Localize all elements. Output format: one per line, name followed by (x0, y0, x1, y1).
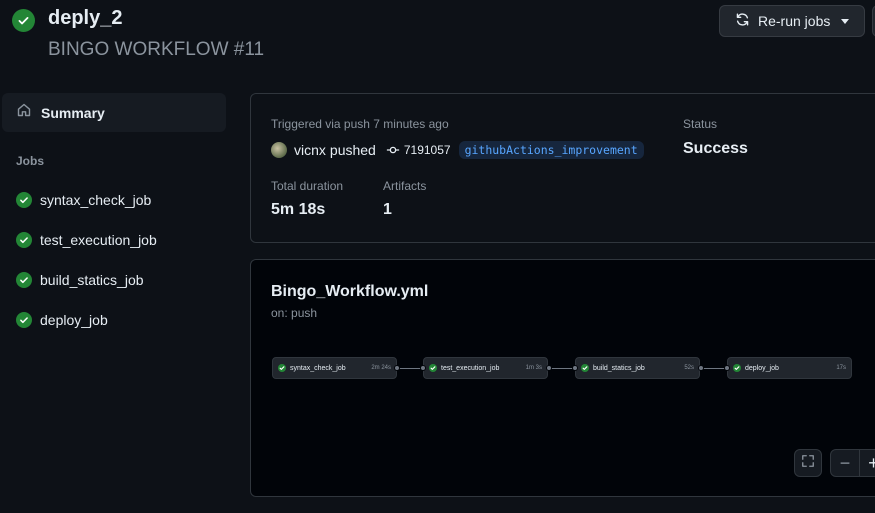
graph-node-build-statics-job[interactable]: build_statics_job 52s (575, 357, 700, 379)
home-icon (16, 102, 32, 123)
graph-node-syntax-check-job[interactable]: syntax_check_job 2m 24s (272, 357, 397, 379)
workflow-graph-card: Bingo_Workflow.yml on: push syntax_check… (250, 259, 875, 497)
actor-action: pushed (329, 142, 376, 158)
node-name: deploy_job (745, 364, 779, 372)
node-duration: 2m 24s (371, 365, 391, 371)
triggered-text: Triggered via push 7 minutes ago (271, 117, 449, 131)
fullscreen-icon (801, 454, 815, 473)
node-name: build_statics_job (593, 364, 645, 372)
graph-node-deploy-job[interactable]: deploy_job 17s (727, 357, 852, 379)
node-name: test_execution_job (441, 364, 500, 372)
check-circle-icon (278, 364, 286, 372)
status-label: Status (683, 117, 718, 131)
caret-down-icon (841, 18, 850, 24)
zoom-in-button[interactable]: + (859, 450, 875, 476)
graph-port (394, 365, 400, 371)
job-name: syntax_check_job (40, 192, 152, 208)
sidebar-item-summary-label: Summary (41, 104, 105, 121)
graph-port (572, 365, 578, 371)
graph-port (698, 365, 704, 371)
check-circle-icon (733, 364, 741, 372)
git-commit-icon (386, 143, 400, 157)
commit-sha-link[interactable]: 7191057 (404, 143, 451, 157)
sidebar-item-test-execution-job[interactable]: test_execution_job (16, 232, 157, 248)
artifacts-label: Artifacts (383, 179, 427, 193)
zoom-controls: − + (830, 449, 875, 477)
check-circle-icon (16, 312, 32, 328)
job-name: deploy_job (40, 312, 108, 328)
sidebar-item-deploy-job[interactable]: deploy_job (16, 312, 108, 328)
artifacts-value[interactable]: 1 (383, 201, 392, 219)
actor-name[interactable]: vicnx (294, 142, 326, 158)
node-duration: 1m 3s (525, 365, 542, 371)
trigger-details: vicnx pushed 7191057 githubActions_impro… (271, 140, 644, 160)
sync-icon (735, 12, 750, 30)
jobs-heading: Jobs (16, 154, 45, 168)
node-name: syntax_check_job (290, 364, 346, 372)
run-summary-card: Triggered via push 7 minutes ago vicnx p… (250, 93, 875, 243)
status-value: Success (683, 140, 748, 157)
run-title: deply_2 (48, 7, 123, 29)
duration-value: 5m 18s (271, 201, 326, 218)
node-duration: 52s (684, 365, 694, 371)
workflow-trigger: on: push (271, 306, 318, 320)
graph-port (724, 365, 730, 371)
check-circle-icon (581, 364, 589, 372)
run-success-icon (12, 9, 35, 32)
sidebar-item-build-statics-job[interactable]: build_statics_job (16, 272, 144, 288)
branch-label[interactable]: githubActions_improvement (458, 141, 644, 159)
job-name: build_statics_job (40, 272, 144, 288)
fullscreen-button[interactable] (794, 449, 822, 477)
job-name: test_execution_job (40, 232, 157, 248)
zoom-out-button[interactable]: − (831, 450, 859, 476)
avatar[interactable] (271, 142, 287, 158)
check-circle-icon (429, 364, 437, 372)
workflow-file-title[interactable]: Bingo_Workflow.yml (271, 283, 428, 301)
check-circle-icon (16, 232, 32, 248)
graph-port (420, 365, 426, 371)
graph-node-test-execution-job[interactable]: test_execution_job 1m 3s (423, 357, 548, 379)
node-duration: 17s (836, 365, 846, 371)
duration-label: Total duration (271, 179, 344, 193)
sidebar-item-summary[interactable]: Summary (2, 93, 226, 132)
check-circle-icon (16, 192, 32, 208)
workflow-run-page: deply_2 BINGO WORKFLOW #11 Re-run jobs S… (0, 0, 875, 513)
rerun-jobs-button[interactable]: Re-run jobs (719, 5, 865, 37)
sidebar-item-syntax-check-job[interactable]: syntax_check_job (16, 192, 151, 208)
rerun-jobs-label: Re-run jobs (758, 13, 831, 29)
check-circle-icon (16, 272, 32, 288)
run-subtitle: BINGO WORKFLOW #11 (48, 39, 265, 60)
graph-port (546, 365, 552, 371)
